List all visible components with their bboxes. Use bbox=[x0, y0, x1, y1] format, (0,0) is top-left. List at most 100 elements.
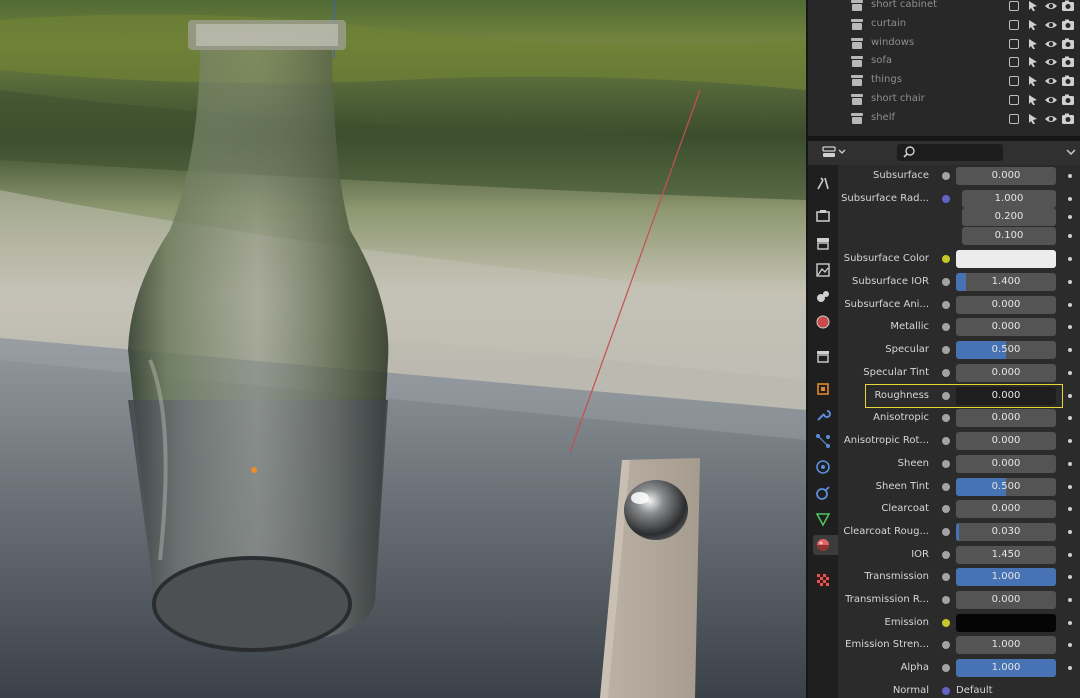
camera-icon[interactable] bbox=[1061, 18, 1075, 32]
property-value-field[interactable]: 0.000 bbox=[956, 318, 1056, 336]
camera-icon[interactable] bbox=[1061, 112, 1075, 126]
input-socket-icon[interactable] bbox=[942, 664, 950, 672]
cursor-arrow-icon[interactable] bbox=[1026, 55, 1040, 69]
eye-icon[interactable] bbox=[1044, 93, 1058, 107]
input-socket-icon[interactable] bbox=[942, 369, 950, 377]
input-socket-icon[interactable] bbox=[942, 278, 950, 286]
property-value-field[interactable]: 0.000 bbox=[956, 167, 1056, 185]
chevron-down-icon[interactable] bbox=[1064, 145, 1078, 159]
tab-texture[interactable] bbox=[813, 570, 833, 590]
keyframe-dot-icon[interactable] bbox=[1068, 257, 1072, 261]
keyframe-dot-icon[interactable] bbox=[1068, 234, 1072, 238]
cursor-arrow-icon[interactable] bbox=[1026, 93, 1040, 107]
input-socket-icon[interactable] bbox=[942, 172, 950, 180]
outliner-item[interactable]: short cabinet bbox=[808, 0, 1080, 16]
keyframe-dot-icon[interactable] bbox=[1068, 553, 1072, 557]
outliner-item[interactable]: windows bbox=[808, 35, 1080, 54]
exclude-checkbox[interactable] bbox=[1009, 114, 1019, 124]
eye-icon[interactable] bbox=[1044, 37, 1058, 51]
property-value-field[interactable]: 0.000 bbox=[956, 296, 1056, 314]
keyframe-dot-icon[interactable] bbox=[1068, 394, 1072, 398]
input-socket-icon[interactable] bbox=[942, 641, 950, 649]
keyframe-dot-icon[interactable] bbox=[1068, 416, 1072, 420]
camera-icon[interactable] bbox=[1061, 55, 1075, 69]
input-socket-icon[interactable] bbox=[942, 573, 950, 581]
tab-output[interactable] bbox=[813, 233, 833, 253]
keyframe-dot-icon[interactable] bbox=[1068, 215, 1072, 219]
cursor-arrow-icon[interactable] bbox=[1026, 0, 1040, 13]
keyframe-dot-icon[interactable] bbox=[1068, 280, 1072, 284]
tab-object[interactable] bbox=[813, 379, 833, 399]
keyframe-dot-icon[interactable] bbox=[1068, 621, 1072, 625]
color-swatch[interactable] bbox=[956, 614, 1056, 632]
property-value-field[interactable]: 0.200 bbox=[962, 208, 1056, 226]
keyframe-dot-icon[interactable] bbox=[1068, 174, 1072, 178]
keyframe-dot-icon[interactable] bbox=[1068, 507, 1072, 511]
keyframe-dot-icon[interactable] bbox=[1068, 530, 1072, 534]
keyframe-dot-icon[interactable] bbox=[1068, 348, 1072, 352]
tab-world[interactable] bbox=[813, 312, 833, 332]
keyframe-dot-icon[interactable] bbox=[1068, 666, 1072, 670]
keyframe-dot-icon[interactable] bbox=[1068, 485, 1072, 489]
input-socket-icon[interactable] bbox=[942, 505, 950, 513]
cursor-arrow-icon[interactable] bbox=[1026, 37, 1040, 51]
exclude-checkbox[interactable] bbox=[1009, 1, 1019, 11]
property-value-field[interactable]: 0.500 bbox=[956, 478, 1056, 496]
keyframe-dot-icon[interactable] bbox=[1068, 197, 1072, 201]
property-value-field[interactable]: 0.030 bbox=[956, 523, 1056, 541]
property-value-field[interactable]: 0.100 bbox=[962, 227, 1056, 245]
keyframe-dot-icon[interactable] bbox=[1068, 462, 1072, 466]
property-value-field[interactable]: 1.000 bbox=[956, 568, 1056, 586]
tab-collection[interactable] bbox=[813, 346, 833, 366]
property-value-field[interactable]: 1.450 bbox=[956, 546, 1056, 564]
keyframe-dot-icon[interactable] bbox=[1068, 439, 1072, 443]
tab-modifiers[interactable] bbox=[813, 405, 833, 425]
keyframe-dot-icon[interactable] bbox=[1068, 303, 1072, 307]
input-socket-icon[interactable] bbox=[942, 551, 950, 559]
property-value-field[interactable]: 0.000 bbox=[956, 364, 1056, 382]
exclude-checkbox[interactable] bbox=[1009, 20, 1019, 30]
tab-tool[interactable] bbox=[813, 174, 833, 194]
keyframe-dot-icon[interactable] bbox=[1068, 598, 1072, 602]
property-value-field[interactable]: 1.000 bbox=[956, 636, 1056, 654]
camera-icon[interactable] bbox=[1061, 74, 1075, 88]
eye-icon[interactable] bbox=[1044, 18, 1058, 32]
input-socket-icon[interactable] bbox=[942, 460, 950, 468]
tab-material[interactable] bbox=[813, 535, 838, 555]
eye-icon[interactable] bbox=[1044, 112, 1058, 126]
exclude-checkbox[interactable] bbox=[1009, 57, 1019, 67]
exclude-checkbox[interactable] bbox=[1009, 76, 1019, 86]
camera-icon[interactable] bbox=[1061, 37, 1075, 51]
keyframe-dot-icon[interactable] bbox=[1068, 575, 1072, 579]
property-value-field[interactable]: 0.000 bbox=[956, 591, 1056, 609]
property-value-field[interactable]: 1.400 bbox=[956, 273, 1056, 291]
tab-scene[interactable] bbox=[813, 286, 833, 306]
outliner-item[interactable]: sofa bbox=[808, 53, 1080, 72]
camera-icon[interactable] bbox=[1061, 93, 1075, 107]
cursor-arrow-icon[interactable] bbox=[1026, 112, 1040, 126]
input-socket-icon[interactable] bbox=[942, 255, 950, 263]
outliner-item[interactable]: short chair bbox=[808, 91, 1080, 110]
input-socket-icon[interactable] bbox=[942, 596, 950, 604]
tab-constraints[interactable] bbox=[813, 483, 833, 503]
keyframe-dot-icon[interactable] bbox=[1068, 325, 1072, 329]
tab-data[interactable] bbox=[813, 509, 833, 529]
property-value-field[interactable]: 1.000 bbox=[956, 659, 1056, 677]
keyframe-dot-icon[interactable] bbox=[1068, 371, 1072, 375]
property-value-field[interactable]: 0.000 bbox=[956, 500, 1056, 518]
3d-viewport[interactable] bbox=[0, 0, 806, 698]
tab-physics[interactable] bbox=[813, 457, 833, 477]
eye-icon[interactable] bbox=[1044, 55, 1058, 69]
property-value-field[interactable]: 0.000 bbox=[956, 432, 1056, 450]
cursor-arrow-icon[interactable] bbox=[1026, 74, 1040, 88]
tab-view-layer[interactable] bbox=[813, 260, 833, 280]
input-socket-icon[interactable] bbox=[942, 301, 950, 309]
input-socket-icon[interactable] bbox=[942, 346, 950, 354]
property-value-field[interactable]: 1.000 bbox=[962, 190, 1056, 208]
input-socket-icon[interactable] bbox=[942, 323, 950, 331]
input-socket-icon[interactable] bbox=[942, 528, 950, 536]
outliner-item[interactable]: curtain bbox=[808, 16, 1080, 35]
keyframe-dot-icon[interactable] bbox=[1068, 643, 1072, 647]
input-socket-icon[interactable] bbox=[942, 195, 950, 203]
eye-icon[interactable] bbox=[1044, 0, 1058, 13]
